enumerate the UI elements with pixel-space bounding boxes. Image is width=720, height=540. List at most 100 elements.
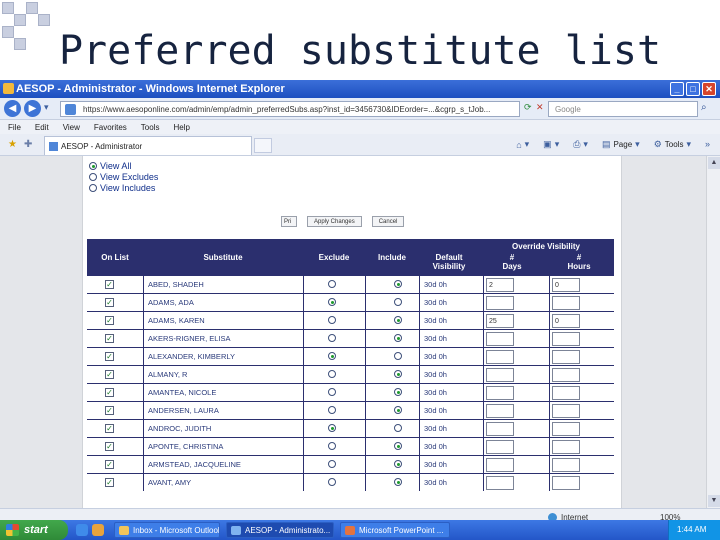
exclude-radio[interactable]: [328, 370, 336, 378]
tab-aesop[interactable]: AESOP - Administrator: [44, 136, 252, 155]
scroll-down-icon[interactable]: ▼: [708, 495, 720, 507]
hours-input[interactable]: [552, 368, 580, 382]
taskbar-item-powerpoint[interactable]: Microsoft PowerPoint ...: [340, 522, 450, 538]
radio-view-excludes[interactable]: [89, 172, 97, 181]
include-radio[interactable]: [394, 460, 402, 468]
include-radio[interactable]: [394, 316, 402, 324]
days-input[interactable]: [486, 458, 514, 472]
include-radio[interactable]: [394, 388, 402, 396]
new-tab-button[interactable]: [254, 138, 272, 153]
clock[interactable]: 1:44 AM: [677, 525, 706, 534]
exclude-radio[interactable]: [328, 298, 336, 306]
print-button[interactable]: ⎙ ▾: [573, 139, 588, 150]
filter-view-includes[interactable]: View Includes: [89, 182, 158, 193]
on-list-checkbox[interactable]: ✓: [105, 280, 114, 289]
menu-item-favorites[interactable]: Favorites: [94, 123, 127, 134]
filter-view-all[interactable]: View All: [89, 160, 158, 171]
refresh-icon[interactable]: ⟳: [524, 102, 532, 113]
scroll-up-icon[interactable]: ▲: [708, 157, 720, 169]
on-list-checkbox[interactable]: ✓: [105, 316, 114, 325]
menu-item-tools[interactable]: Tools: [141, 123, 160, 134]
search-icon[interactable]: ⌕: [701, 102, 715, 116]
home-button[interactable]: ⌂ ▾: [516, 139, 529, 150]
radio-view-all[interactable]: [89, 161, 97, 170]
include-radio[interactable]: [394, 406, 402, 414]
hours-input[interactable]: 0: [552, 278, 580, 292]
exclude-radio[interactable]: [328, 478, 336, 486]
taskbar-item-outlook[interactable]: Inbox - Microsoft Outlook: [114, 522, 220, 538]
include-radio[interactable]: [394, 424, 402, 432]
hours-input[interactable]: [552, 332, 580, 346]
hours-input[interactable]: [552, 458, 580, 472]
quick-launch-outlook-icon[interactable]: [92, 524, 104, 536]
hours-input[interactable]: [552, 422, 580, 436]
hours-input[interactable]: [552, 440, 580, 454]
favorites-star-icon[interactable]: ★: [8, 139, 17, 150]
on-list-checkbox[interactable]: ✓: [105, 442, 114, 451]
dropdown-icon[interactable]: ▾: [44, 102, 49, 113]
include-radio[interactable]: [394, 370, 402, 378]
exclude-radio[interactable]: [328, 388, 336, 396]
exclude-radio[interactable]: [328, 460, 336, 468]
exclude-radio[interactable]: [328, 316, 336, 324]
menu-item-view[interactable]: View: [63, 123, 80, 134]
exclude-radio[interactable]: [328, 424, 336, 432]
taskbar-item-aesop[interactable]: AESOP - Administrato...: [226, 522, 334, 538]
on-list-checkbox[interactable]: ✓: [105, 460, 114, 469]
stop-icon[interactable]: ✕: [536, 102, 544, 113]
menu-item-edit[interactable]: Edit: [35, 123, 49, 134]
include-radio[interactable]: [394, 478, 402, 486]
filter-view-excludes[interactable]: View Excludes: [89, 171, 158, 182]
on-list-checkbox[interactable]: ✓: [105, 424, 114, 433]
vertical-scrollbar[interactable]: ▲ ▼: [706, 156, 720, 508]
exclude-radio[interactable]: [328, 352, 336, 360]
exclude-radio[interactable]: [328, 406, 336, 414]
days-input[interactable]: [486, 386, 514, 400]
add-favorites-icon[interactable]: ✚: [24, 139, 32, 150]
include-radio[interactable]: [394, 334, 402, 342]
menu-item-file[interactable]: File: [8, 123, 21, 134]
print-page-button[interactable]: Pri: [281, 216, 297, 227]
maximize-button[interactable]: □: [686, 82, 700, 96]
minimize-button[interactable]: _: [670, 82, 684, 96]
tools-menu-button[interactable]: ⚙ Tools ▾: [654, 139, 691, 150]
days-input[interactable]: [486, 296, 514, 310]
days-input[interactable]: [486, 404, 514, 418]
on-list-checkbox[interactable]: ✓: [105, 478, 114, 487]
apply-changes-button[interactable]: Apply Changes: [307, 216, 362, 227]
exclude-radio[interactable]: [328, 442, 336, 450]
close-button[interactable]: ✕: [702, 82, 716, 96]
on-list-checkbox[interactable]: ✓: [105, 298, 114, 307]
days-input[interactable]: [486, 368, 514, 382]
address-input[interactable]: https://www.aesoponline.com/admin/emp/ad…: [60, 101, 520, 117]
radio-view-includes[interactable]: [89, 183, 97, 192]
hours-input[interactable]: 0: [552, 314, 580, 328]
days-input[interactable]: [486, 440, 514, 454]
forward-button[interactable]: ▶: [24, 100, 41, 117]
feeds-button[interactable]: ▣ ▾: [543, 139, 559, 150]
search-input[interactable]: Google: [548, 101, 698, 117]
on-list-checkbox[interactable]: ✓: [105, 406, 114, 415]
start-button[interactable]: start: [0, 520, 68, 540]
hours-input[interactable]: [552, 386, 580, 400]
on-list-checkbox[interactable]: ✓: [105, 334, 114, 343]
back-button[interactable]: ◀: [4, 100, 21, 117]
days-input[interactable]: [486, 422, 514, 436]
days-input[interactable]: [486, 350, 514, 364]
exclude-radio[interactable]: [328, 280, 336, 288]
menu-item-help[interactable]: Help: [173, 123, 189, 134]
include-radio[interactable]: [394, 352, 402, 360]
window-titlebar[interactable]: AESOP - Administrator - Windows Internet…: [0, 80, 720, 98]
days-input[interactable]: 2: [486, 278, 514, 292]
chevron-right-icon[interactable]: »: [705, 139, 710, 150]
days-input[interactable]: [486, 332, 514, 346]
page-menu-button[interactable]: ▤ Page ▾: [602, 139, 640, 150]
hours-input[interactable]: [552, 296, 580, 310]
hours-input[interactable]: [552, 476, 580, 490]
hours-input[interactable]: [552, 404, 580, 418]
days-input[interactable]: [486, 476, 514, 490]
cancel-button[interactable]: Cancel: [371, 216, 405, 227]
exclude-radio[interactable]: [328, 334, 336, 342]
quick-launch-ie-icon[interactable]: [76, 524, 88, 536]
include-radio[interactable]: [394, 298, 402, 306]
